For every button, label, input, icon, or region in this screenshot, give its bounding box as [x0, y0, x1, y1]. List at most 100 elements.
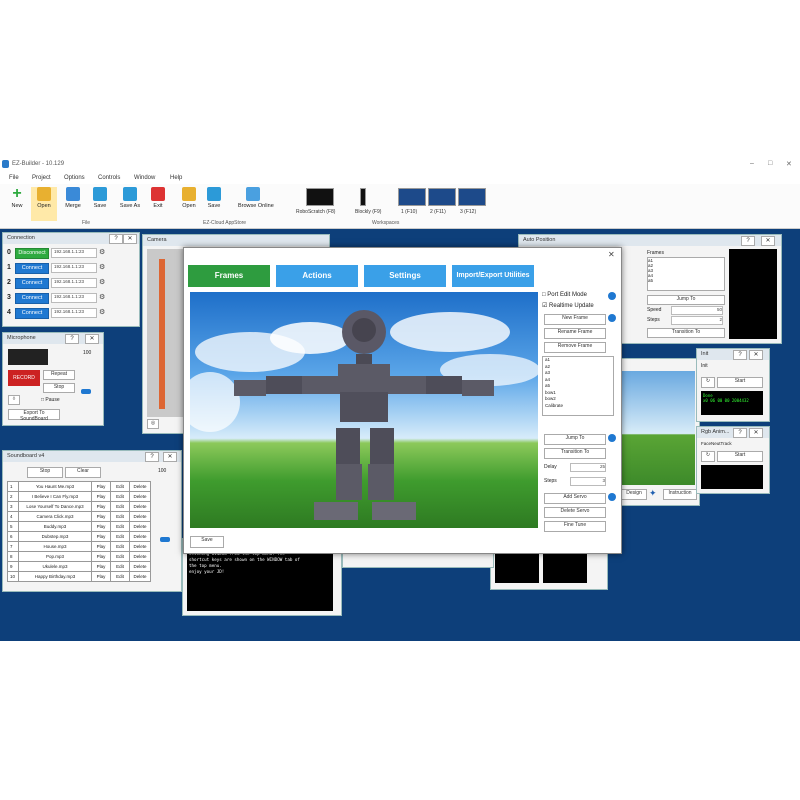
workspace-2-thumbnail[interactable]	[428, 188, 456, 206]
init-refresh-icon[interactable]: ↻	[701, 377, 715, 388]
close-icon[interactable]: ✕	[761, 236, 775, 246]
ap-transition-to-button[interactable]: Transition To	[647, 328, 725, 338]
connection-settings-icon[interactable]: ⚙	[99, 308, 105, 316]
tab-import-export[interactable]: Import/Export Utilities	[452, 265, 534, 287]
menu-file[interactable]: File	[9, 175, 19, 181]
record-button[interactable]: RECORD	[8, 370, 40, 386]
open-button[interactable]: Open	[31, 187, 57, 221]
pause-checkbox[interactable]: □ Pause	[41, 397, 60, 403]
rename-frame-button[interactable]: Rename Frame	[544, 328, 606, 339]
edit-button[interactable]: Edit	[110, 571, 130, 582]
camera-settings-icon[interactable]: ◎	[147, 419, 159, 429]
soundboard-volume-slider[interactable]	[160, 537, 170, 542]
edit-button[interactable]: Edit	[110, 541, 130, 552]
play-button[interactable]: Play	[91, 481, 111, 492]
help-icon[interactable]	[608, 434, 616, 442]
play-button[interactable]: Play	[91, 561, 111, 572]
pin-icon[interactable]: ?	[145, 452, 159, 462]
delete-button[interactable]: Delete	[129, 501, 151, 512]
exit-button[interactable]: Exit	[145, 187, 171, 221]
delete-button[interactable]: Delete	[129, 481, 151, 492]
play-icon[interactable]: ◊	[8, 395, 20, 405]
roboscratch-thumbnail[interactable]	[306, 188, 334, 206]
play-button[interactable]: Play	[91, 511, 111, 522]
close-icon[interactable]: ✕	[85, 334, 99, 344]
blockly-thumbnail[interactable]	[360, 188, 366, 206]
edit-button[interactable]: Edit	[110, 531, 130, 542]
minimize-icon[interactable]: –	[750, 160, 754, 167]
cloud-open-button[interactable]: Open	[176, 187, 202, 221]
play-button[interactable]: Play	[91, 551, 111, 562]
maximize-icon[interactable]: □	[768, 160, 772, 167]
ip-address-input[interactable]: 192.168.1.1:23	[51, 293, 97, 303]
edit-button[interactable]: Edit	[110, 491, 130, 502]
edit-button[interactable]: Edit	[110, 501, 130, 512]
fine-tune-button[interactable]: Fine Tune	[544, 521, 606, 532]
delete-button[interactable]: Delete	[129, 541, 151, 552]
design-button[interactable]: Design	[621, 489, 647, 500]
play-button[interactable]: Play	[91, 571, 111, 582]
soundboard-clear-button[interactable]: Clear	[65, 467, 101, 478]
close-icon[interactable]: ✕	[749, 350, 763, 360]
play-button[interactable]: Play	[91, 501, 111, 512]
delete-button[interactable]: Delete	[129, 511, 151, 522]
repeat-button[interactable]: Repeat	[43, 370, 75, 380]
menu-help[interactable]: Help	[170, 175, 182, 181]
cloud-save-button[interactable]: Save	[201, 187, 227, 221]
pin-icon[interactable]: ?	[733, 428, 747, 438]
pin-icon[interactable]: ?	[733, 350, 747, 360]
pin-icon[interactable]: ?	[741, 236, 755, 246]
menu-controls[interactable]: Controls	[98, 175, 120, 181]
close-icon[interactable]: ✕	[123, 234, 137, 244]
dialog-save-button[interactable]: Save	[190, 536, 224, 548]
help-icon[interactable]	[608, 292, 616, 300]
ip-address-input[interactable]: 192.168.1.1:23	[51, 308, 97, 318]
delete-button[interactable]: Delete	[129, 551, 151, 562]
edit-button[interactable]: Edit	[110, 561, 130, 572]
instruction-button[interactable]: Instruction	[663, 489, 697, 500]
delete-button[interactable]: Delete	[129, 571, 151, 582]
menu-options[interactable]: Options	[64, 175, 85, 181]
ap-steps-input[interactable]: 2	[671, 316, 723, 325]
delete-button[interactable]: Delete	[129, 521, 151, 532]
steps-input[interactable]: 3	[570, 477, 606, 486]
add-servo-button[interactable]: Add Servo	[544, 493, 606, 504]
save-as-button[interactable]: Save As	[117, 187, 143, 221]
edit-button[interactable]: Edit	[110, 481, 130, 492]
connect-button[interactable]: Connect	[15, 308, 49, 319]
edit-button[interactable]: Edit	[110, 511, 130, 522]
stop-button[interactable]: Stop	[43, 383, 75, 393]
connection-settings-icon[interactable]: ⚙	[99, 248, 105, 256]
pin-icon[interactable]: ?	[65, 334, 79, 344]
ip-address-input[interactable]: 192.168.1.1:23	[51, 248, 97, 258]
delete-button[interactable]: Delete	[129, 531, 151, 542]
close-icon[interactable]: ✕	[608, 250, 615, 259]
merge-button[interactable]: Merge	[60, 187, 86, 221]
play-button[interactable]: Play	[91, 521, 111, 532]
realtime-update-checkbox[interactable]: ☑ Realtime Update	[542, 302, 594, 309]
edit-button[interactable]: Edit	[110, 521, 130, 532]
transition-to-button[interactable]: Transition To	[544, 448, 606, 459]
new-button[interactable]: + New	[4, 186, 30, 221]
connection-settings-icon[interactable]: ⚙	[99, 278, 105, 286]
port-edit-mode-checkbox[interactable]: □ Port Edit Mode	[542, 292, 587, 298]
disconnect-button[interactable]: Disconnect	[15, 248, 49, 259]
close-icon[interactable]: ✕	[749, 428, 763, 438]
face-refresh-icon[interactable]: ↻	[701, 451, 715, 462]
ap-jump-to-button[interactable]: Jump To	[647, 295, 725, 305]
save-button[interactable]: Save	[87, 187, 113, 221]
delete-servo-button[interactable]: Delete Servo	[544, 507, 606, 518]
help-icon[interactable]	[608, 314, 616, 322]
delete-button[interactable]: Delete	[129, 561, 151, 572]
export-soundboard-button[interactable]: Export To SoundBoard	[8, 409, 60, 422]
connect-button[interactable]: Connect	[15, 263, 49, 274]
play-button[interactable]: Play	[91, 541, 111, 552]
edit-button[interactable]: Edit	[110, 551, 130, 562]
help-icon[interactable]	[608, 493, 616, 501]
connect-button[interactable]: Connect	[15, 278, 49, 289]
workspace-1-thumbnail[interactable]	[398, 188, 426, 206]
face-start-button[interactable]: Start	[717, 451, 763, 462]
ip-address-input[interactable]: 192.168.1.1:23	[51, 278, 97, 288]
soundboard-stop-button[interactable]: Stop	[27, 467, 63, 478]
remove-frame-button[interactable]: Remove Frame	[544, 342, 606, 353]
